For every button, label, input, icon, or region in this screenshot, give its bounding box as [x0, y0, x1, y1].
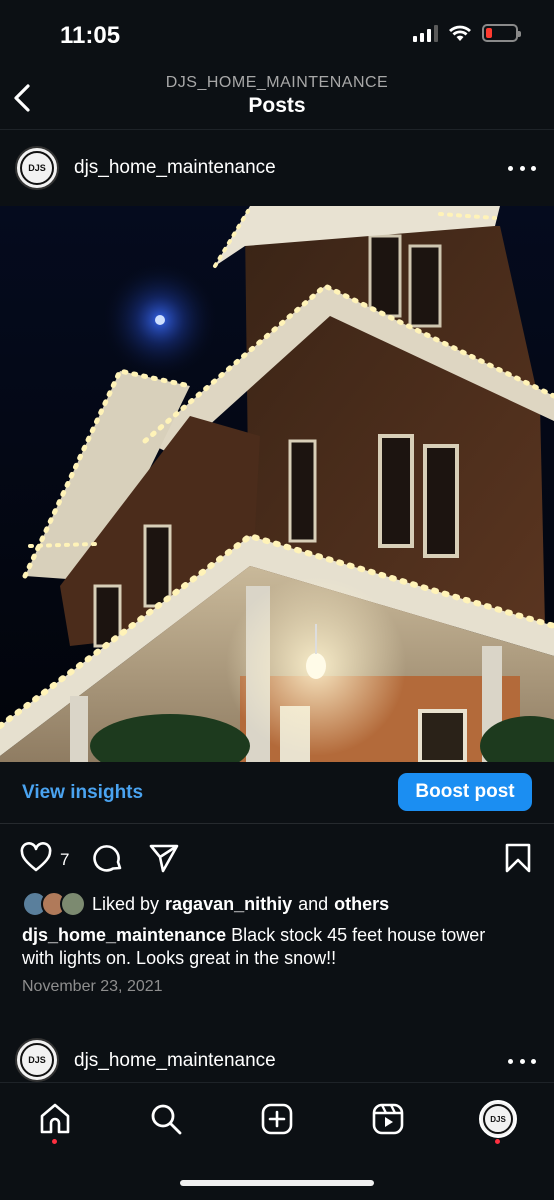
liker-avatar — [60, 891, 86, 917]
profile-avatar: DJS — [479, 1100, 517, 1138]
nav-header: DJS_HOME_MAINTENANCE Posts — [0, 70, 554, 130]
post-username[interactable]: djs_home_maintenance — [74, 157, 276, 179]
post-header: DJS djs_home_maintenance — [0, 130, 554, 206]
send-icon — [149, 844, 179, 873]
tab-reels[interactable] — [368, 1099, 408, 1139]
comment-icon — [93, 845, 122, 872]
like-count[interactable]: 7 — [60, 850, 69, 870]
create-post-icon — [261, 1103, 293, 1135]
battery-icon — [482, 24, 521, 42]
liked-by-and: and — [298, 893, 329, 914]
post-image[interactable] — [0, 206, 554, 762]
home-notification-dot — [52, 1139, 57, 1144]
view-insights-link[interactable]: View insights — [22, 782, 143, 804]
tab-search[interactable] — [146, 1099, 186, 1139]
heart-icon — [20, 842, 52, 872]
caption-username[interactable]: djs_home_maintenance — [22, 925, 226, 945]
liked-by-user[interactable]: ragavan_nithiy — [165, 894, 292, 915]
status-icons — [413, 24, 521, 42]
profile-notification-dot — [495, 1139, 500, 1144]
status-time: 11:05 — [60, 22, 121, 49]
status-bar: 11:05 — [0, 0, 554, 70]
reels-icon — [372, 1103, 404, 1135]
post-caption: djs_home_maintenance Black stock 45 feet… — [22, 924, 522, 970]
next-post-username[interactable]: djs_home_maintenance — [74, 1050, 276, 1072]
share-button[interactable] — [148, 842, 180, 874]
wifi-icon — [449, 25, 471, 41]
bottom-tab-bar: DJS — [0, 1082, 554, 1200]
liked-by-row[interactable]: Liked by ragavan_nithiy and others — [22, 890, 389, 918]
like-button[interactable] — [20, 842, 52, 874]
comment-button[interactable] — [92, 842, 124, 874]
cellular-signal-icon — [413, 24, 438, 42]
house-photo — [0, 206, 554, 762]
save-button[interactable] — [502, 842, 534, 874]
tab-home[interactable] — [35, 1099, 75, 1139]
liked-by-others[interactable]: others — [334, 894, 389, 915]
page-title: Posts — [248, 94, 306, 117]
avatar-logo: DJS — [20, 151, 54, 185]
home-icon — [40, 1103, 70, 1134]
post-date: November 23, 2021 — [22, 978, 163, 995]
post-actions: 7 — [0, 838, 554, 878]
search-icon — [151, 1104, 182, 1135]
insights-row: View insights Boost post — [0, 762, 554, 824]
bookmark-icon — [505, 843, 531, 873]
avatar[interactable]: DJS — [15, 1038, 59, 1082]
more-options-button[interactable] — [508, 163, 536, 173]
header-subtitle: DJS_HOME_MAINTENANCE — [165, 74, 389, 91]
liked-by-prefix: Liked by — [92, 893, 160, 914]
tab-profile[interactable]: DJS — [478, 1099, 518, 1139]
avatar-logo: DJS — [483, 1104, 513, 1134]
tab-create[interactable] — [257, 1099, 297, 1139]
avatar-logo: DJS — [20, 1043, 54, 1077]
home-indicator — [180, 1180, 374, 1186]
avatar[interactable]: DJS — [15, 146, 59, 190]
liker-avatars — [22, 891, 86, 917]
more-options-button[interactable] — [508, 1056, 536, 1066]
boost-post-button[interactable]: Boost post — [398, 773, 532, 811]
